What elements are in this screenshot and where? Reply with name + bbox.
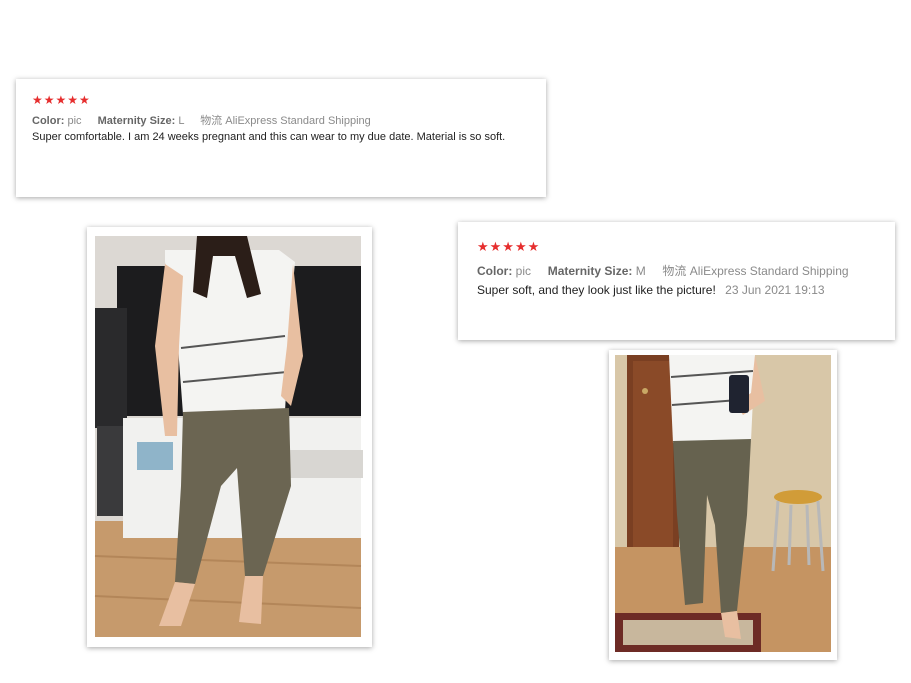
size-label: Maternity Size: — [547, 264, 633, 278]
size-value: M — [635, 264, 646, 278]
photo-2-image — [609, 350, 837, 660]
review-text: Super soft, and they look just like the … — [477, 283, 825, 297]
color-label: Color: — [32, 115, 65, 127]
size-label: Maternity Size: — [97, 115, 176, 127]
shipping-label: 物流 — [662, 264, 687, 278]
color-value: pic — [515, 264, 532, 278]
review-photo-2[interactable] — [609, 350, 837, 660]
review-date: 23 Jun 2021 19:13 — [725, 283, 825, 297]
photo-1-image — [87, 227, 372, 647]
star-rating: ★★★★★ — [32, 93, 91, 107]
shipping-value: AliExpress Standard Shipping — [225, 115, 371, 127]
shipping-label: 物流 — [200, 115, 223, 127]
color-value: pic — [67, 115, 82, 127]
shipping-value: AliExpress Standard Shipping — [689, 264, 849, 278]
review-text: Super comfortable. I am 24 weeks pregnan… — [32, 131, 506, 143]
review-attributes: Color: pic Maternity Size: M 物流 AliExpre… — [477, 262, 849, 279]
review-photo-1[interactable] — [87, 227, 372, 647]
star-rating: ★★★★★ — [477, 239, 541, 254]
size-value: L — [178, 115, 185, 127]
review-card-1: ★★★★★ Color: pic Maternity Size: L 物流 Al… — [16, 79, 546, 197]
color-label: Color: — [477, 264, 513, 278]
review-card-2: ★★★★★ Color: pic Maternity Size: M 物流 Al… — [458, 222, 895, 340]
review-attributes: Color: pic Maternity Size: L 物流 AliExpre… — [32, 112, 371, 128]
review-body: Super soft, and they look just like the … — [477, 283, 716, 297]
